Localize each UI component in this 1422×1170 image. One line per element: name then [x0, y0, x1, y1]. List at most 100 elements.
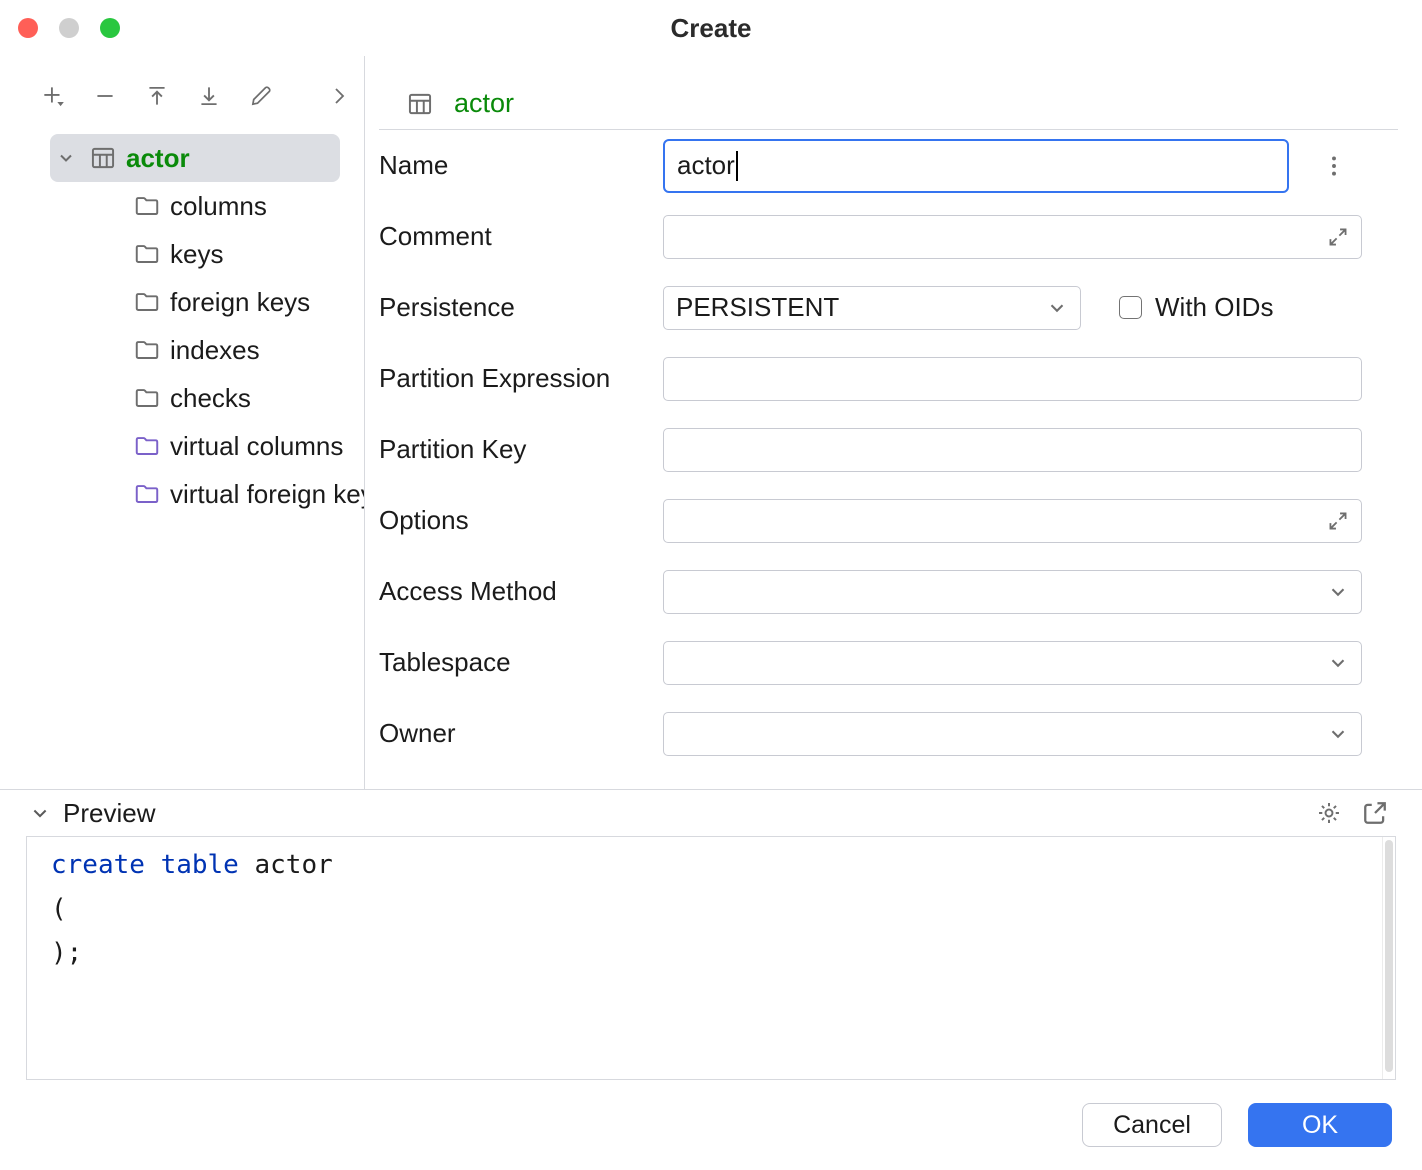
tree-item-checks[interactable]: checks: [25, 374, 364, 422]
name-value: actor: [677, 150, 735, 181]
partition-expression-input[interactable]: [663, 357, 1362, 401]
tablespace-select[interactable]: [663, 641, 1362, 685]
comment-input[interactable]: [663, 215, 1362, 259]
sql-keyword: create table: [51, 850, 239, 880]
move-up-button[interactable]: [144, 83, 170, 109]
form-panel: actor Name actor: [365, 56, 1422, 789]
cancel-button[interactable]: Cancel: [1082, 1103, 1222, 1147]
minus-icon: [92, 83, 118, 109]
settings-button[interactable]: [1316, 800, 1342, 826]
open-in-editor-button[interactable]: [1362, 800, 1388, 826]
name-row: Name actor: [379, 130, 1398, 201]
kebab-menu-icon[interactable]: [1321, 153, 1347, 179]
open-in-new-icon: [1362, 800, 1388, 826]
tree-item-label: indexes: [170, 335, 260, 366]
options-input[interactable]: [663, 499, 1362, 543]
structure-tree: actor columns keys: [25, 134, 364, 518]
pencil-icon: [248, 83, 274, 109]
options-row: Options: [379, 485, 1398, 556]
structure-panel: actor columns keys: [25, 56, 365, 789]
tree-item-virtual-columns[interactable]: virtual columns: [25, 422, 364, 470]
persistence-select[interactable]: PERSISTENT: [663, 286, 1081, 330]
chevron-down-icon: [1327, 652, 1349, 674]
move-down-button[interactable]: [196, 83, 222, 109]
preview-scrollbar[interactable]: [1382, 837, 1395, 1079]
with-oids-checkbox[interactable]: [1119, 296, 1142, 319]
tree-item-foreign-keys[interactable]: foreign keys: [25, 278, 364, 326]
sql-text: (: [51, 894, 67, 924]
close-window-button[interactable]: [18, 18, 38, 38]
sql-preview-editor[interactable]: create table actor ( );: [26, 836, 1396, 1080]
code-line: (: [51, 887, 1371, 931]
partition-key-input[interactable]: [663, 428, 1362, 472]
tree-item-label: checks: [170, 383, 251, 414]
form-header: actor: [379, 56, 1398, 130]
owner-label: Owner: [379, 718, 663, 749]
tree-item-actor[interactable]: actor: [50, 134, 340, 182]
tree-item-label: foreign keys: [170, 287, 310, 318]
tree-item-keys[interactable]: keys: [25, 230, 364, 278]
preview-collapse-toggle[interactable]: [30, 803, 50, 823]
tree-item-indexes[interactable]: indexes: [25, 326, 364, 374]
chevron-down-icon: [1327, 723, 1349, 745]
tree-item-label: columns: [170, 191, 267, 222]
tree-item-columns[interactable]: columns: [25, 182, 364, 230]
options-label: Options: [379, 505, 663, 536]
form-rows: Name actor Comment: [379, 130, 1398, 769]
tree-item-label: virtual foreign keys: [170, 479, 365, 510]
partition-expression-label: Partition Expression: [379, 363, 663, 394]
text-caret: [736, 151, 738, 181]
expand-toolbar-button[interactable]: [326, 83, 352, 109]
comment-label: Comment: [379, 221, 663, 252]
folder-icon: [134, 289, 160, 315]
folder-icon: [134, 241, 160, 267]
expand-editor-icon[interactable]: [1327, 226, 1349, 248]
expand-editor-icon[interactable]: [1327, 510, 1349, 532]
add-button[interactable]: [40, 83, 66, 109]
table-icon: [407, 90, 433, 118]
scrollbar-thumb[interactable]: [1385, 840, 1393, 1072]
code-line: );: [51, 931, 1371, 975]
move-up-icon: [144, 83, 170, 109]
remove-button[interactable]: [92, 83, 118, 109]
chevron-down-icon: [56, 148, 76, 168]
window-title: Create: [671, 13, 752, 44]
comment-row: Comment: [379, 201, 1398, 272]
preview-label: Preview: [63, 798, 155, 829]
minimize-window-button[interactable]: [59, 18, 79, 38]
owner-select[interactable]: [663, 712, 1362, 756]
access-method-select[interactable]: [663, 570, 1362, 614]
owner-row: Owner: [379, 698, 1398, 769]
edit-button[interactable]: [248, 83, 274, 109]
titlebar: Create: [0, 0, 1422, 56]
tree-item-label: actor: [126, 143, 190, 174]
ok-button[interactable]: OK: [1248, 1103, 1392, 1147]
access-method-row: Access Method: [379, 556, 1398, 627]
name-input[interactable]: actor: [663, 139, 1289, 193]
zoom-window-button[interactable]: [100, 18, 120, 38]
dialog-footer: Cancel OK: [0, 1080, 1422, 1170]
structure-toolbar: [25, 56, 364, 120]
name-label: Name: [379, 150, 663, 181]
dialog-body: actor columns keys: [0, 56, 1422, 790]
tree-item-virtual-foreign-keys[interactable]: virtual foreign keys: [25, 470, 364, 518]
with-oids-checkbox-group[interactable]: With OIDs: [1119, 292, 1273, 323]
tree-item-label: virtual columns: [170, 431, 343, 462]
partition-key-label: Partition Key: [379, 434, 663, 465]
gear-icon: [1316, 800, 1342, 826]
chevron-down-icon: [1046, 297, 1068, 319]
move-down-icon: [196, 83, 222, 109]
table-icon: [90, 145, 116, 171]
sql-text: );: [51, 938, 82, 968]
page-title: actor: [454, 88, 514, 119]
virtual-folder-icon: [134, 481, 160, 507]
sql-identifier: actor: [239, 850, 333, 880]
plus-icon: [40, 83, 66, 109]
persistence-label: Persistence: [379, 292, 663, 323]
folder-icon: [134, 193, 160, 219]
code-line: create table actor: [51, 843, 1371, 887]
chevron-down-icon: [30, 803, 50, 823]
folder-icon: [134, 337, 160, 363]
tree-item-label: keys: [170, 239, 223, 270]
partition-key-row: Partition Key: [379, 414, 1398, 485]
